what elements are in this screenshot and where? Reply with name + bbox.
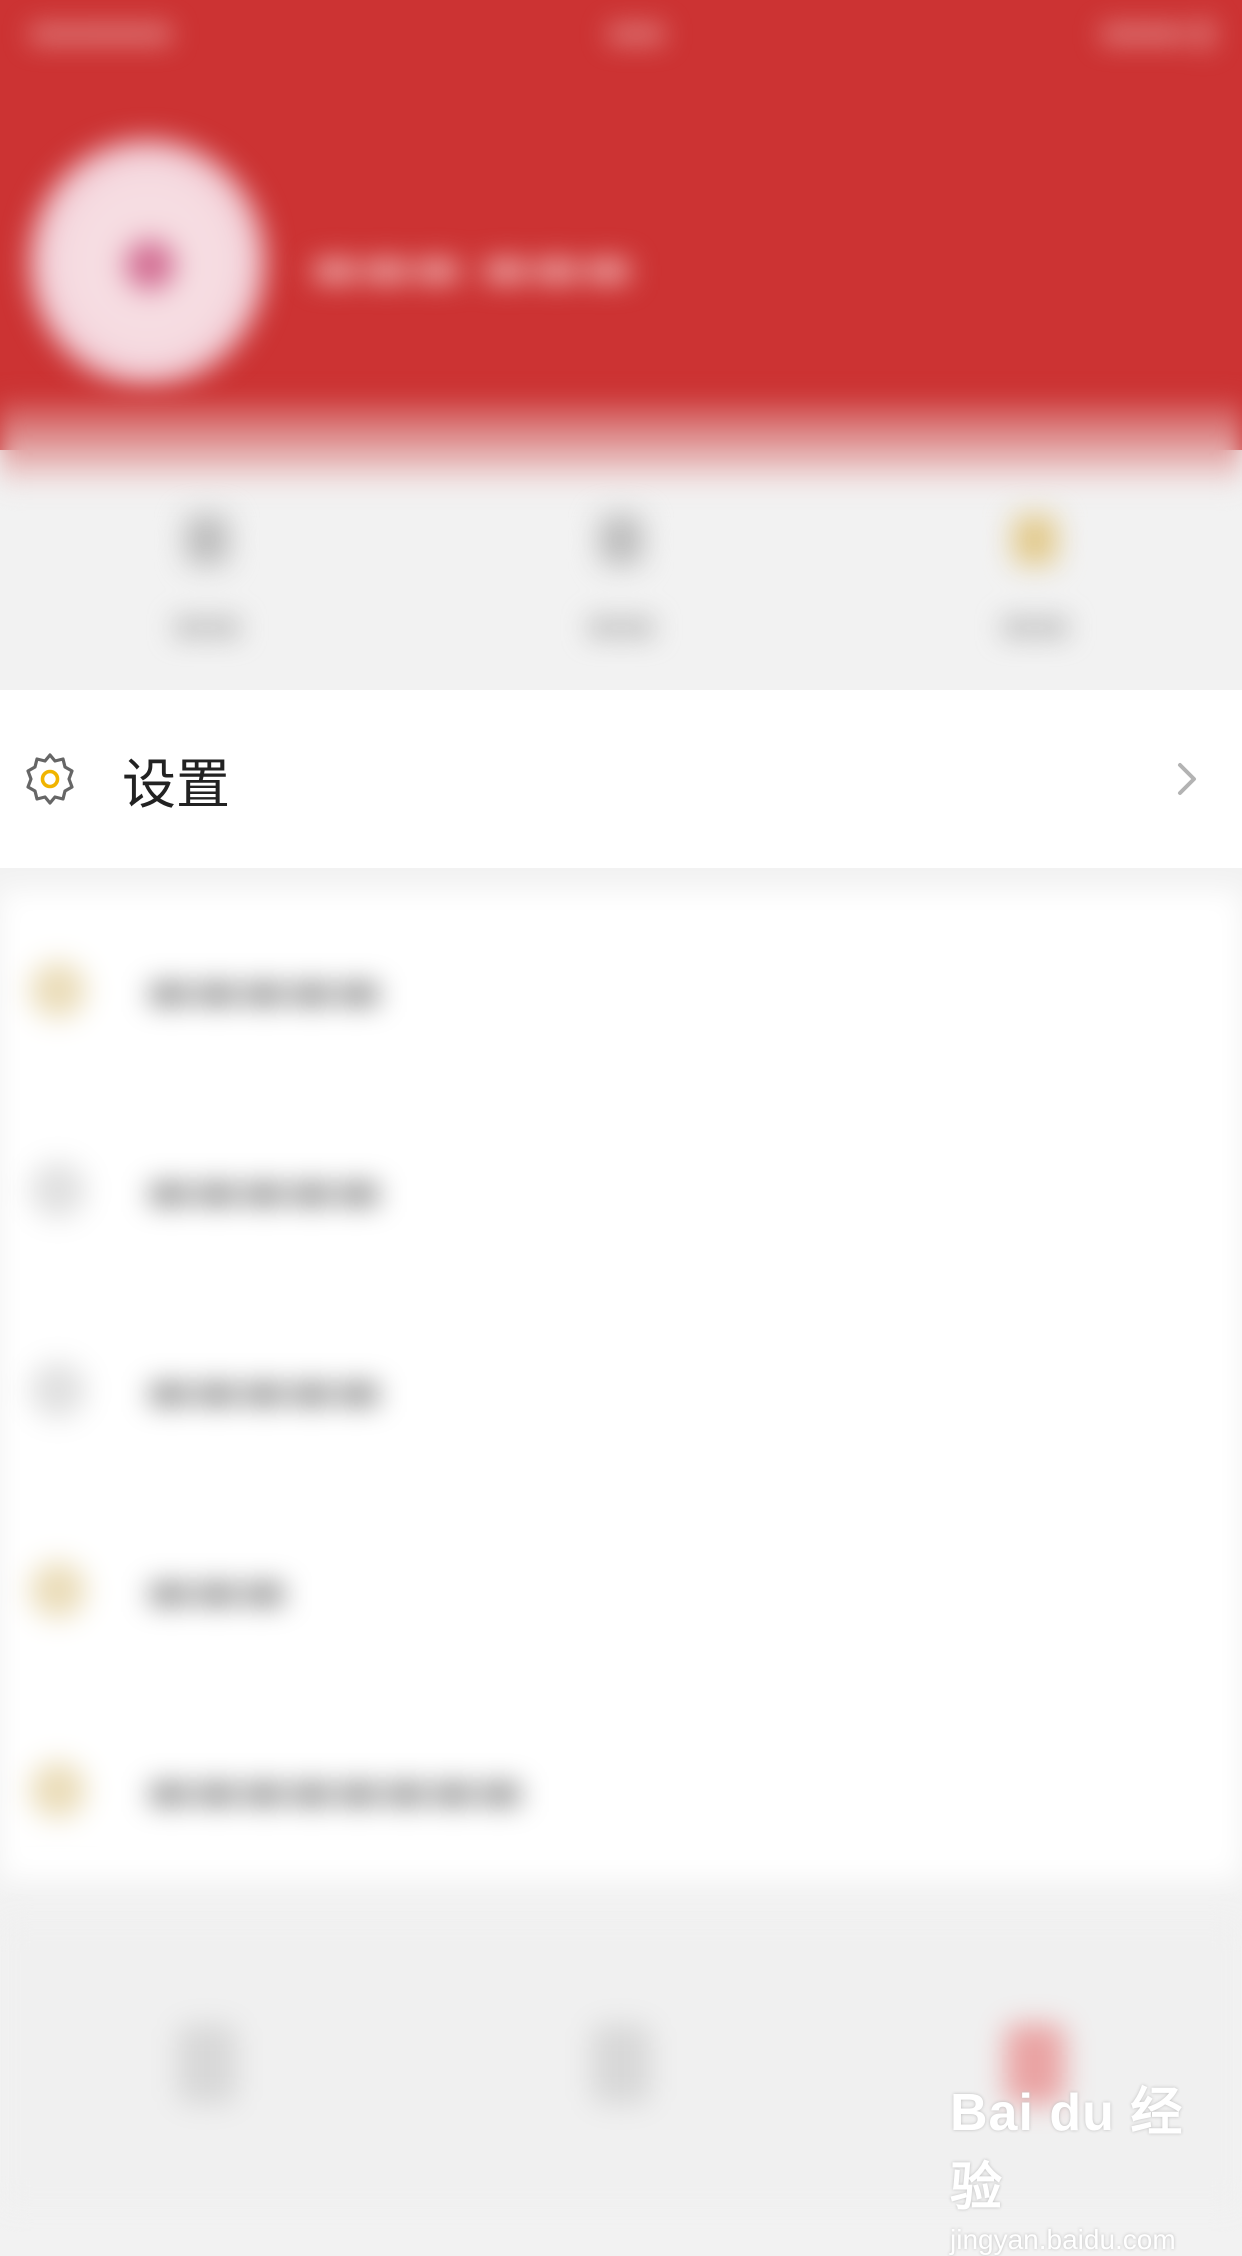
list-item[interactable]: ▬▬▬▬▬ [0, 890, 1242, 1090]
chevron-right-icon [1178, 763, 1196, 795]
list-item[interactable]: ▬▬▬ [0, 1490, 1242, 1690]
menu-list: ▬▬▬▬▬ ▬▬▬▬▬ ▬▬▬▬▬ ▬▬▬ ▬▬▬▬▬▬▬▬ [0, 890, 1242, 1880]
list-item-label: ▬▬▬▬▬ [146, 961, 383, 1019]
list-item-label: ▬▬▬▬▬ [146, 1161, 383, 1219]
list-item-icon [30, 1362, 86, 1418]
gear-icon [26, 753, 74, 805]
nav-tab[interactable] [0, 2024, 414, 2104]
list-item-icon [30, 962, 86, 1018]
status-bar: ▬▬▬▬▬ ▬▬ ▬▬▬ ▮ [0, 0, 1242, 64]
quick-action-label: ▬▬ [172, 604, 242, 646]
avatar[interactable] [30, 140, 265, 385]
nav-tab[interactable] [414, 2024, 828, 2104]
settings-row[interactable]: 设置 [0, 690, 1242, 868]
nav-tab-icon [591, 2024, 651, 2104]
list-item-icon [30, 1562, 86, 1618]
settings-label: 设置 [122, 752, 230, 816]
status-center: ▬▬ [607, 14, 665, 50]
list-item[interactable]: ▬▬▬▬▬▬▬▬ [0, 1690, 1242, 1890]
list-item[interactable]: ▬▬▬▬▬ [0, 1290, 1242, 1490]
nav-tab-icon [177, 2024, 237, 2104]
watermark-url: jingyan.baidu.com [950, 2224, 1176, 2255]
list-item-label: ▬▬▬▬▬▬▬▬ [146, 1761, 524, 1819]
quick-action-label: ▬▬ [1000, 604, 1070, 646]
header-fade [0, 400, 1242, 490]
quick-actions: ▬▬ ▬▬ ▬▬ [0, 480, 1242, 680]
quick-action-label: ▬▬ [586, 604, 656, 646]
quick-action[interactable]: ▬▬ [0, 480, 414, 680]
status-right: ▬▬▬ ▮ [1100, 14, 1212, 50]
list-item-label: ▬▬▬▬▬ [146, 1361, 383, 1419]
list-item-icon [30, 1762, 86, 1818]
status-left: ▬▬▬▬▬ [30, 14, 172, 50]
watermark-brand: Bai du 经验 [950, 2084, 1184, 2217]
quick-action-icon [1013, 514, 1057, 565]
list-item-label: ▬▬▬ [146, 1561, 288, 1619]
profile-header: ▬▬▬▬▬ ▬▬ ▬▬▬ ▮ ▬▬▬ ▬▬▬ [0, 0, 1242, 450]
quick-action-icon [599, 514, 643, 565]
quick-action-icon [185, 514, 229, 565]
watermark: Bai du 经验 jingyan.baidu.com [950, 2070, 1220, 2255]
list-item[interactable]: ▬▬▬▬▬ [0, 1090, 1242, 1290]
quick-action[interactable]: ▬▬ [828, 480, 1242, 680]
username[interactable]: ▬▬▬ ▬▬▬ [310, 235, 633, 298]
quick-action[interactable]: ▬▬ [414, 480, 828, 680]
list-item-icon [30, 1162, 86, 1218]
